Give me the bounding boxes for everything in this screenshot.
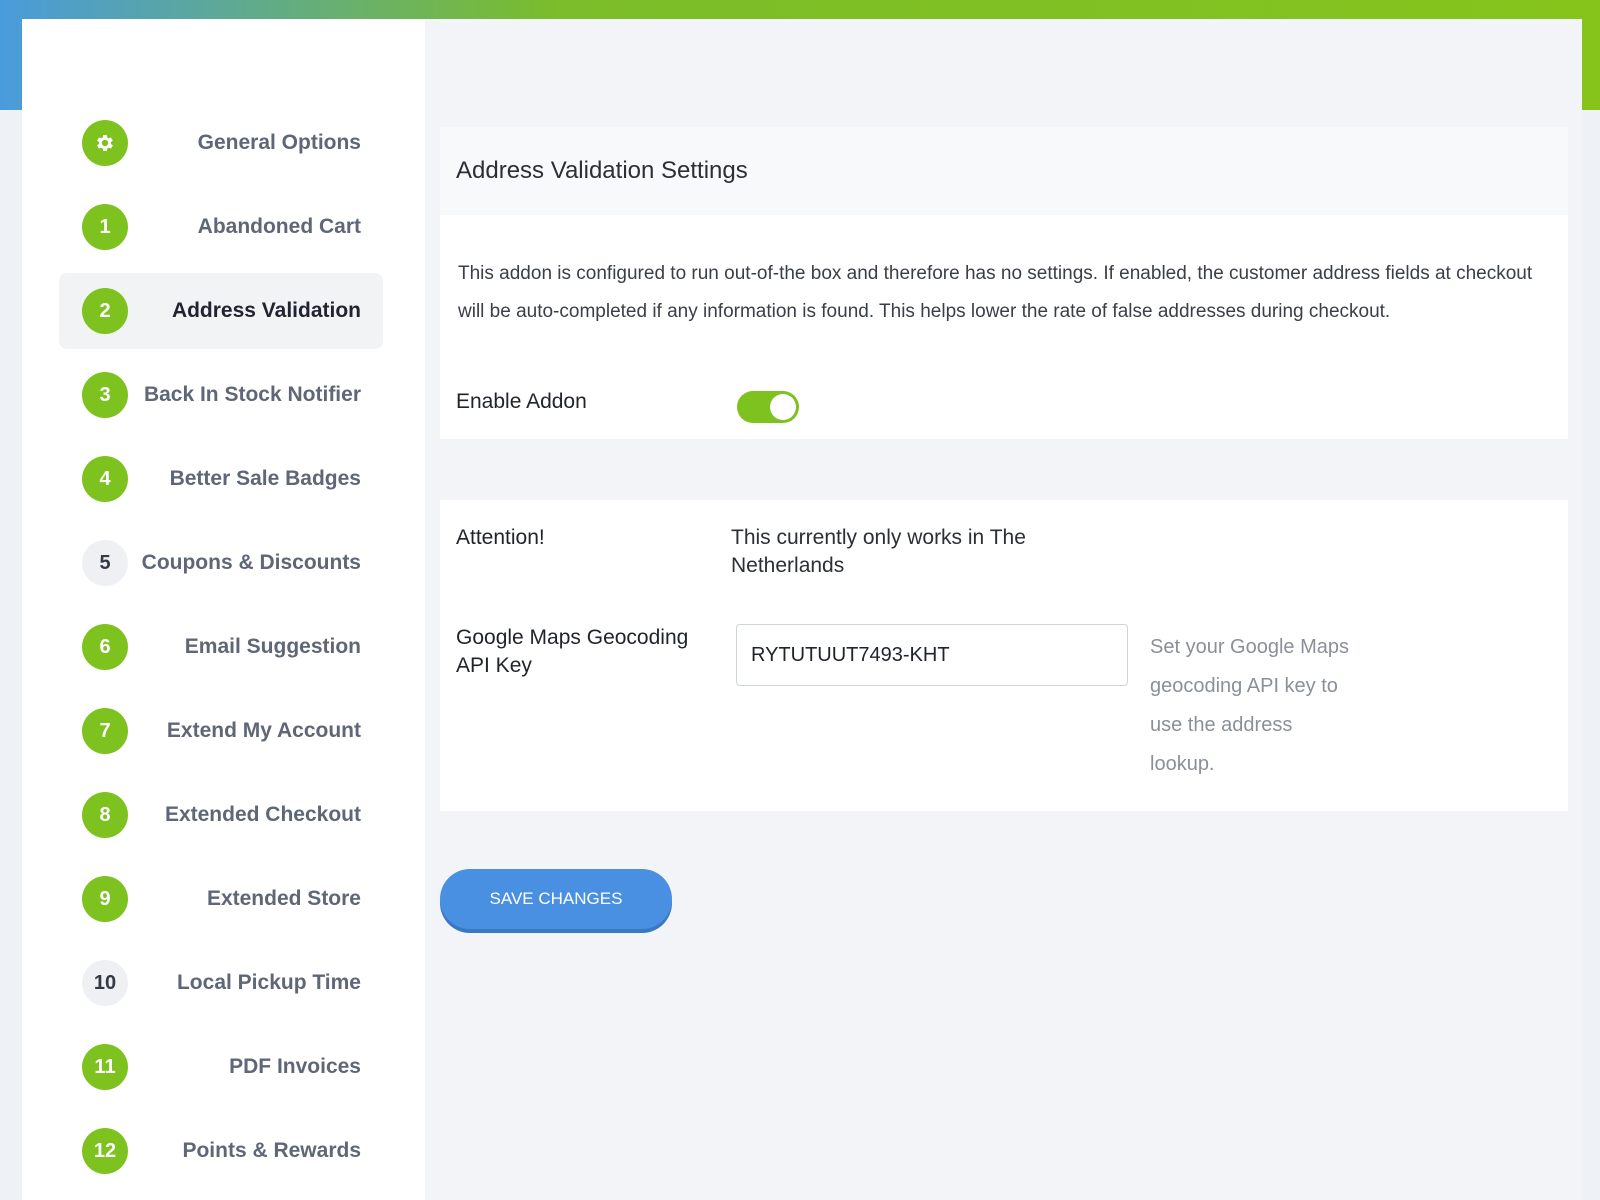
sidebar-item[interactable]: 8 Extended Checkout (59, 777, 383, 853)
sidebar-item-label: Extended Store (206, 887, 361, 910)
sidebar-item-label: Extended Checkout (164, 803, 361, 826)
sidebar-item[interactable]: 2 Address Validation (59, 273, 383, 349)
sidebar: General Options 1 Abandoned Cart 2 Address V… (22, 19, 425, 1200)
sidebar-item[interactable]: 4 Better Sale Badges (59, 441, 383, 517)
sidebar-item[interactable]: 7 Extend My Account (59, 693, 383, 769)
sidebar-item[interactable]: 11 PDF Invoices (59, 1029, 383, 1105)
sidebar-item[interactable]: 6 Email Suggestion (59, 609, 383, 685)
nav-number-badge: 2 (82, 288, 128, 334)
nav-number-badge: 1 (82, 204, 128, 250)
sidebar-item[interactable]: 10 Local Pickup Time (59, 945, 383, 1021)
nav-number-badge: 4 (82, 456, 128, 502)
nav-number-badge: 10 (82, 960, 128, 1006)
sidebar-item-label: General Options (197, 131, 361, 154)
options-panel: Attention! This currently only works in … (440, 500, 1568, 811)
sidebar-item-label: Back In Stock Notifier (143, 383, 361, 406)
nav-number-badge: 3 (82, 372, 128, 418)
sidebar-item-label: PDF Invoices (229, 1055, 361, 1078)
sidebar-item-label: Extend My Account (166, 719, 361, 742)
api-key-input[interactable] (736, 624, 1128, 686)
sidebar-item-label: Better Sale Badges (169, 467, 361, 490)
page-title: Address Validation Settings (456, 157, 748, 184)
nav-number-badge: 7 (82, 708, 128, 754)
sidebar-item-label: Email Suggestion (184, 635, 361, 658)
nav-number-badge: 12 (82, 1128, 128, 1174)
gear-icon (82, 120, 128, 166)
attention-text: This currently only works in The Netherl… (731, 526, 1026, 577)
addon-description: This addon is configured to run out-of-t… (458, 263, 1533, 322)
toggle-knob (770, 394, 796, 420)
description-panel: This addon is configured to run out-of-t… (440, 215, 1568, 439)
sidebar-item[interactable]: 3 Back In Stock Notifier (59, 357, 383, 433)
sidebar-item-label: Abandoned Cart (197, 215, 361, 238)
enable-addon-toggle[interactable] (737, 391, 799, 423)
sidebar-item[interactable]: General Options (59, 105, 383, 181)
nav-number-badge: 9 (82, 876, 128, 922)
sidebar-item-label: Coupons & Discounts (141, 551, 361, 574)
sidebar-item-label: Local Pickup Time (176, 971, 361, 994)
enable-addon-label: Enable Addon (456, 390, 587, 413)
sidebar-item-label: Address Validation (171, 299, 361, 322)
sidebar-item[interactable]: 1 Abandoned Cart (59, 189, 383, 265)
nav-number-badge: 11 (82, 1044, 128, 1090)
sidebar-item[interactable]: 9 Extended Store (59, 861, 383, 937)
nav-number-badge: 8 (82, 792, 128, 838)
api-key-help: Set your Google Maps geocoding API key t… (1150, 636, 1349, 775)
settings-header: Address Validation Settings (440, 127, 1568, 215)
attention-label: Attention! (456, 526, 545, 549)
addon-nav: General Options 1 Abandoned Cart 2 Address V… (59, 105, 383, 1197)
api-key-label: Google Maps Geocoding API Key (456, 626, 689, 677)
settings-app: General Options 1 Abandoned Cart 2 Address V… (22, 19, 1582, 1200)
sidebar-item[interactable]: 12 Points & Rewards (59, 1113, 383, 1189)
sidebar-item[interactable]: 5 Coupons & Discounts (59, 525, 383, 601)
sidebar-item-label: Points & Rewards (182, 1139, 361, 1162)
nav-number-badge: 6 (82, 624, 128, 670)
nav-number-badge: 5 (82, 540, 128, 586)
save-changes-button[interactable]: SAVE CHANGES (440, 869, 672, 929)
